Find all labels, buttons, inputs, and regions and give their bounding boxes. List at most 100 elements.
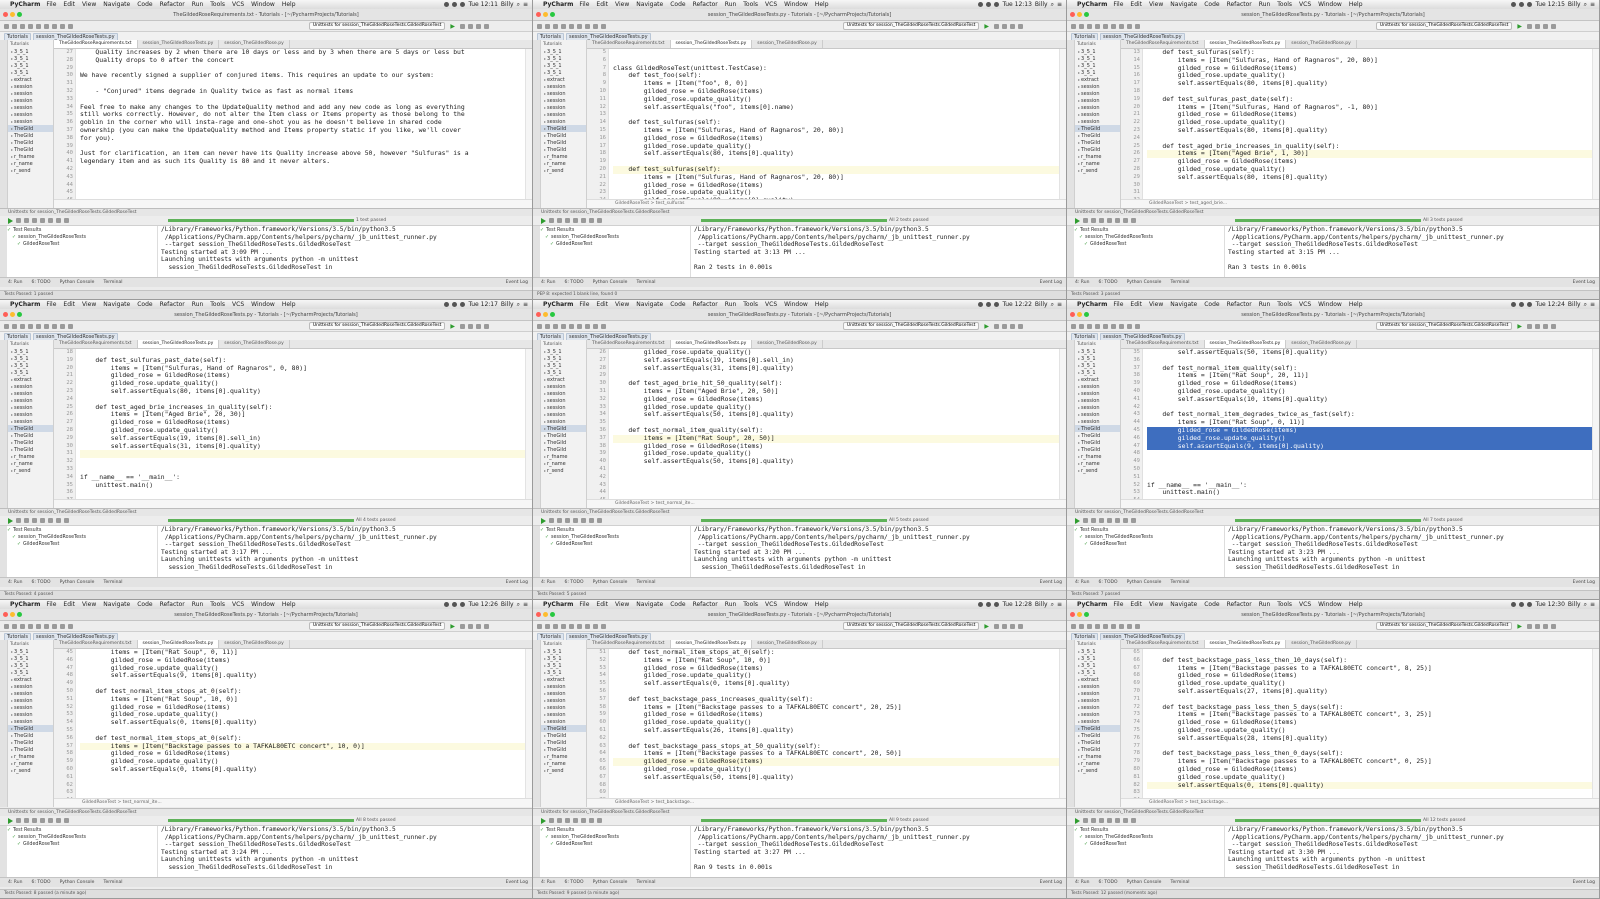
project-tree-item[interactable]: r_send: [541, 467, 586, 474]
menubar-clock[interactable]: Tue 12:11: [468, 1, 497, 8]
cut-icon[interactable]: [577, 623, 582, 629]
sync-icon[interactable]: [20, 623, 25, 629]
project-tree-item[interactable]: session: [1075, 404, 1120, 411]
editor-scrollbar[interactable]: [1059, 49, 1066, 199]
event-log-button[interactable]: Event Log: [506, 280, 528, 285]
menu-item-view[interactable]: View: [615, 301, 629, 308]
run-side-strip[interactable]: [1067, 526, 1074, 578]
editor-tab[interactable]: TheGildedRoseRequirements.txt: [587, 40, 671, 48]
code-line[interactable]: [613, 789, 1059, 797]
find-icon[interactable]: [1135, 23, 1140, 29]
test-results-module[interactable]: ✓ session_TheGildedRoseTests: [540, 534, 690, 541]
menu-item-file[interactable]: File: [46, 601, 56, 608]
test-results-class[interactable]: ✓ GildedRoseTest: [7, 541, 157, 548]
menu-item-view[interactable]: View: [615, 601, 629, 608]
project-tree-item[interactable]: 3_5_1: [1075, 369, 1120, 376]
menubar-user[interactable]: Billy: [501, 301, 514, 308]
project-tree-item[interactable]: session: [8, 711, 53, 718]
tool-window-todo[interactable]: 6: TODO: [1098, 880, 1117, 885]
menu-item-tools[interactable]: Tools: [1277, 301, 1292, 308]
search-icon[interactable]: ⌕: [517, 1, 520, 9]
run-icon[interactable]: ▶: [450, 623, 455, 630]
project-tree-item[interactable]: session: [541, 397, 586, 404]
source-text[interactable]: def test_sulfuras_past_date(self): items…: [76, 349, 525, 499]
project-tree-item[interactable]: r_send: [8, 467, 53, 474]
toggle-passed-icon[interactable]: [565, 218, 570, 223]
code-line[interactable]: [1147, 197, 1592, 199]
menubar-user[interactable]: Billy: [501, 1, 514, 8]
vcs-icon[interactable]: [484, 23, 489, 29]
expand-all-icon[interactable]: [1115, 518, 1120, 523]
run-configuration-select[interactable]: Unittests for session_TheGildedRoseTests…: [308, 322, 446, 330]
cut-icon[interactable]: [577, 23, 582, 29]
project-tree-item[interactable]: session: [541, 683, 586, 690]
project-tree-item[interactable]: TheGild: [8, 132, 53, 139]
project-tree-item[interactable]: session: [541, 97, 586, 104]
menubar-user[interactable]: Billy: [1035, 1, 1048, 8]
sync-icon[interactable]: [553, 623, 558, 629]
code-breadcrumb[interactable]: GildedRoseTest > test_sulfuras: [587, 199, 1066, 208]
tool-window-python-console[interactable]: Python Console: [60, 280, 95, 285]
project-tree-item[interactable]: TheGild: [541, 739, 586, 746]
open-icon[interactable]: [537, 623, 542, 629]
test-results-class[interactable]: ✓ GildedRoseTest: [7, 841, 157, 848]
rerun-failed-icon[interactable]: [1091, 518, 1096, 523]
project-tree-item[interactable]: extract: [1075, 76, 1120, 83]
project-tree-item[interactable]: TheGild: [541, 139, 586, 146]
sort-icon[interactable]: [573, 518, 578, 523]
project-tree-item[interactable]: extract: [541, 76, 586, 83]
source-text[interactable]: items = [Item("Rat Soup", 0, 11)] gilded…: [76, 649, 525, 798]
code-line[interactable]: self.assertEquals(9, items[0].quality): [1147, 442, 1592, 451]
tool-window-run[interactable]: 4: Run: [8, 580, 22, 585]
tool-window-python-console[interactable]: Python Console: [60, 580, 95, 585]
project-tree-item[interactable]: session: [8, 83, 53, 90]
project-tree-item[interactable]: session: [541, 83, 586, 90]
debug-icon[interactable]: [994, 323, 999, 329]
run-console-output[interactable]: /Library/Frameworks/Python.framework/Ver…: [691, 826, 1066, 878]
code-line[interactable]: self.assertEquals(50, items[0].quality): [613, 411, 1059, 419]
menu-item-refactor[interactable]: Refactor: [1227, 301, 1252, 308]
menu-item-window[interactable]: Window: [251, 301, 275, 308]
project-tree-item[interactable]: r_name: [1075, 460, 1120, 467]
menu-item-tools[interactable]: Tools: [1277, 1, 1292, 8]
code-line[interactable]: self.assertEquals(0, items[0].quality): [1147, 781, 1592, 790]
project-tree-item[interactable]: session: [8, 718, 53, 725]
project-tree-item[interactable]: session: [8, 704, 53, 711]
menu-item-vcs[interactable]: VCS: [232, 601, 244, 608]
sort-icon[interactable]: [573, 218, 578, 223]
project-tree-item[interactable]: session: [1075, 111, 1120, 118]
project-tree-item[interactable]: TheGild: [541, 132, 586, 139]
forward-icon[interactable]: [36, 23, 41, 29]
test-results-root[interactable]: ✓ Test Results: [1074, 827, 1224, 834]
tool-window-todo[interactable]: 6: TODO: [564, 280, 583, 285]
project-tree-item[interactable]: r_name: [8, 760, 53, 767]
sync-icon[interactable]: [20, 323, 25, 329]
project-tree-item[interactable]: 3_5_1: [8, 355, 53, 362]
menu-item-navigate[interactable]: Navigate: [1170, 301, 1197, 308]
menubar-user[interactable]: Billy: [1568, 301, 1581, 308]
save-icon[interactable]: [545, 23, 550, 29]
project-tree-item[interactable]: session: [1075, 718, 1120, 725]
vcs-icon[interactable]: [1018, 623, 1023, 629]
project-tree-item[interactable]: TheGild: [8, 439, 53, 446]
run-side-strip[interactable]: [0, 226, 7, 278]
code-line[interactable]: [613, 474, 1059, 482]
menu-item-navigate[interactable]: Navigate: [1170, 601, 1197, 608]
rerun-failed-icon[interactable]: [1091, 818, 1096, 823]
project-tree-item[interactable]: r_fname: [1075, 753, 1120, 760]
tool-window-run[interactable]: 4: Run: [8, 880, 22, 885]
menu-item-edit[interactable]: Edit: [596, 301, 608, 308]
project-tree-item[interactable]: 3_5_1: [8, 655, 53, 662]
debug-icon[interactable]: [1527, 23, 1532, 29]
project-tree-item[interactable]: 3_5_1: [541, 369, 586, 376]
expand-all-icon[interactable]: [581, 218, 586, 223]
editor-tab[interactable]: session_TheGildedRoseTests.py: [1204, 340, 1287, 348]
editor-scrollbar[interactable]: [525, 649, 532, 798]
stop-run-icon[interactable]: [549, 818, 554, 823]
debug-icon[interactable]: [994, 23, 999, 29]
tray-icon[interactable]: [1519, 302, 1525, 307]
editor-tab[interactable]: session_TheGildedRose.py: [1286, 340, 1357, 348]
menu-item-navigate[interactable]: Navigate: [1170, 1, 1197, 8]
rerun-icon[interactable]: [8, 217, 13, 224]
code-line[interactable]: self.assertEquals(80, items[0].quality): [613, 150, 1059, 158]
